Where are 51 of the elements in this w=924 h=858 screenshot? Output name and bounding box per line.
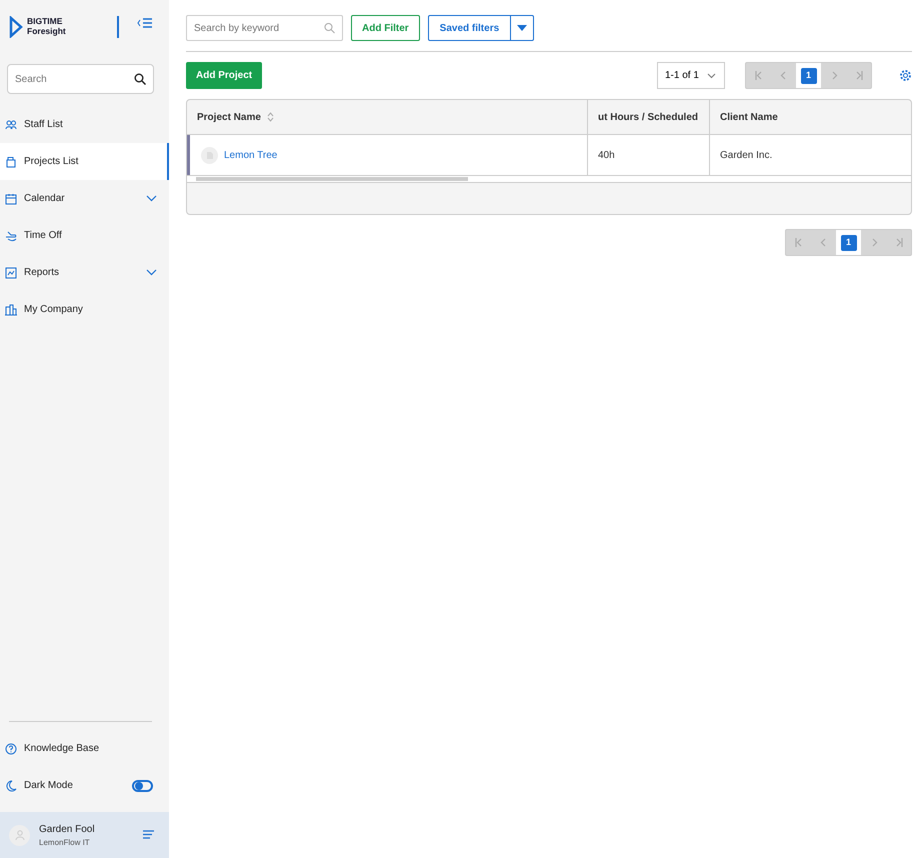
- menu-icon: [143, 830, 154, 840]
- nav-item[interactable]: My Company: [0, 291, 169, 328]
- table-cell: Garden Inc.: [710, 135, 911, 175]
- settings-button[interactable]: [899, 68, 912, 83]
- building-icon: [5, 304, 17, 316]
- logo-icon: [9, 16, 23, 38]
- first-page-icon: [754, 71, 762, 80]
- logo-text: BIGTIME: [27, 16, 64, 26]
- last-page-icon: [854, 71, 862, 80]
- sidebar-search-field[interactable]: Search: [7, 64, 154, 94]
- collapse-icon: [137, 17, 153, 30]
- toggle-switch[interactable]: [132, 780, 153, 792]
- previous-page-icon: [820, 238, 828, 247]
- nav-item[interactable]: Knowledge Base: [0, 730, 169, 767]
- collapse-sidebar-button[interactable]: [137, 16, 153, 31]
- table-cell: 40h: [588, 135, 710, 175]
- calendar-icon: [5, 192, 17, 204]
- nav-item[interactable]: Time Off: [0, 217, 169, 254]
- toggle-label: Dark Mode: [24, 779, 73, 793]
- nav-item[interactable]: Staff List: [0, 106, 169, 143]
- next-page-icon: [830, 71, 838, 80]
- first-page-icon: [794, 238, 802, 247]
- page-button[interactable]: 1: [800, 68, 816, 84]
- next-page-icon: [870, 238, 878, 247]
- logo-subtitle: Foresight: [27, 26, 66, 36]
- chevron-down-icon: [706, 72, 716, 78]
- company-name: LemonFlow IT: [39, 836, 91, 848]
- moon-icon: [5, 780, 17, 792]
- add-filter-button[interactable]: Add Filter: [351, 15, 420, 41]
- range-dropdown[interactable]: 1-1 of 1: [657, 62, 725, 89]
- nav-item[interactable]: Reports: [0, 254, 169, 291]
- search-icon: [134, 73, 146, 85]
- page-button[interactable]: 1: [840, 234, 856, 250]
- search-icon: [324, 22, 335, 34]
- saved-filters-button[interactable]: Saved filters: [428, 15, 512, 41]
- user-name: Garden Fool: [39, 822, 96, 836]
- nav-item[interactable]: Projects List: [0, 143, 169, 180]
- previous-page-icon: [780, 71, 788, 80]
- person-icon: [14, 830, 24, 840]
- dropdown-button[interactable]: [510, 15, 534, 41]
- last-page-icon: [894, 238, 902, 247]
- gear-icon: [899, 68, 912, 82]
- chart-icon: [5, 266, 17, 278]
- people-icon: [5, 118, 17, 130]
- caret-icon: [517, 25, 528, 31]
- folder-icon: [5, 156, 17, 168]
- keyword-search-field[interactable]: Search by keyword: [186, 15, 343, 41]
- scrollbar-thumb[interactable]: [196, 177, 468, 181]
- nav-item[interactable]: Calendar: [0, 180, 169, 217]
- project-link[interactable]: Lemon Tree: [224, 148, 278, 162]
- help-icon: [5, 742, 17, 754]
